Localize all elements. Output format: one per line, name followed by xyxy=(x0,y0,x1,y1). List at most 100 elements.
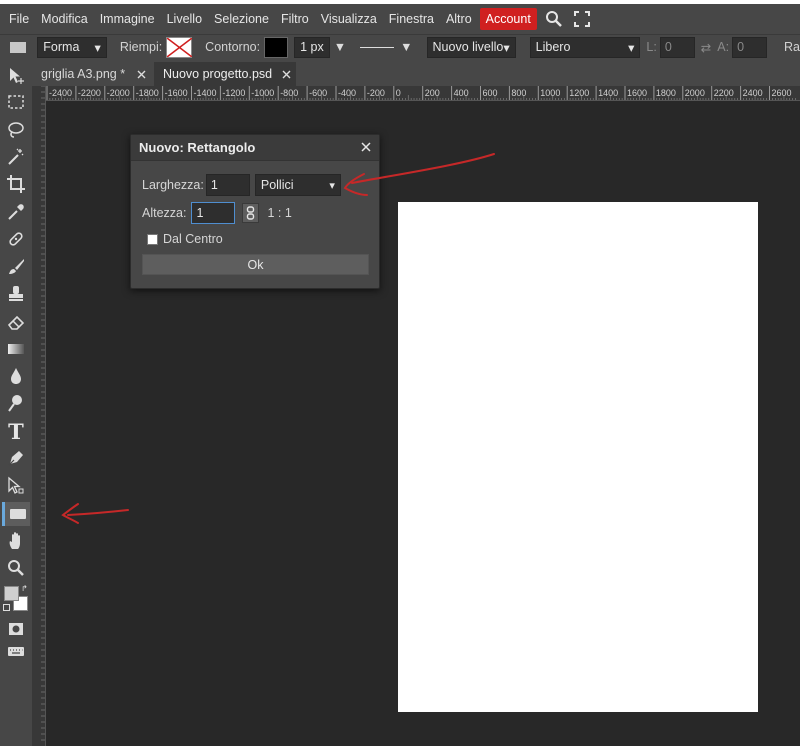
marquee-tool[interactable] xyxy=(2,90,30,114)
stroke-width-select[interactable]: 1 px xyxy=(294,36,330,58)
stroke-width-value: 1 px xyxy=(300,40,324,54)
new-rectangle-dialog: Nuovo: Rettangolo Larghezza: 1 Pollici ▾… xyxy=(130,134,380,289)
ruler-label: -1200 xyxy=(222,88,245,98)
lasso-tool[interactable] xyxy=(2,118,30,142)
healing-brush-tool[interactable] xyxy=(2,227,30,251)
brush-tool[interactable] xyxy=(2,255,30,279)
fullscreen-icon[interactable] xyxy=(571,8,593,30)
close-icon[interactable] xyxy=(135,67,148,81)
height-row: Altezza: 1 1 : 1 xyxy=(142,202,292,224)
chevron-down-icon[interactable]: ▼ xyxy=(334,40,346,54)
default-colors-icon[interactable] xyxy=(3,604,10,611)
eyedropper-tool[interactable] xyxy=(2,200,30,224)
color-swatches[interactable]: ↱ xyxy=(3,584,29,615)
center-checkbox[interactable] xyxy=(147,233,158,245)
zoom-tool[interactable] xyxy=(2,556,30,580)
document-tab-bar: griglia A3.png * Nuovo progetto.psd xyxy=(32,59,800,86)
menu-altro[interactable]: Altro xyxy=(440,8,478,30)
tab-griglia[interactable]: griglia A3.png * xyxy=(32,62,154,86)
menu-modifica[interactable]: Modifica xyxy=(35,8,94,30)
dodge-tool[interactable] xyxy=(2,391,30,415)
shape-mode-select[interactable]: Forma ▾ xyxy=(37,36,107,58)
menu-livello[interactable]: Livello xyxy=(161,8,208,30)
ruler-label: -2000 xyxy=(107,88,130,98)
ruler-label: 200 xyxy=(425,88,440,98)
tools-panel: T ↱ xyxy=(0,59,32,746)
crop-tool[interactable] xyxy=(2,172,30,196)
magic-wand-tool[interactable] xyxy=(2,145,30,169)
shape-mode-value: Forma xyxy=(43,40,80,54)
menu-selezione[interactable]: Selezione xyxy=(208,8,275,30)
eraser-tool[interactable] xyxy=(2,310,30,334)
move-tool[interactable] xyxy=(2,64,30,88)
l-input[interactable]: 0 xyxy=(659,36,695,58)
rectangle-tool-preview-icon xyxy=(10,41,27,53)
truncated-label: Ra xyxy=(784,40,800,54)
stamp-tool[interactable] xyxy=(2,282,30,306)
chevron-down-icon: ▾ xyxy=(94,40,101,55)
path-selection-tool[interactable] xyxy=(2,474,30,498)
menu-filtro[interactable]: Filtro xyxy=(275,8,315,30)
a-input[interactable]: 0 xyxy=(732,36,767,58)
options-bar: Forma ▾ Riempi: Contorno: 1 px ▼ ▼ Nuovo… xyxy=(0,34,800,59)
ruler-label: 2000 xyxy=(685,88,705,98)
ruler-label: 1200 xyxy=(569,88,589,98)
stroke-swatch[interactable] xyxy=(264,36,289,58)
ruler-label: 2400 xyxy=(743,88,763,98)
type-icon: T xyxy=(8,418,24,444)
layer-select[interactable]: Nuovo livello ▾ xyxy=(426,36,516,58)
center-row: Dal Centro xyxy=(142,232,223,246)
document-canvas[interactable] xyxy=(398,202,758,712)
ruler-label: -1000 xyxy=(251,88,274,98)
swap-colors-icon[interactable]: ↱ xyxy=(21,584,28,593)
ruler-label: -1400 xyxy=(194,88,217,98)
search-icon[interactable] xyxy=(543,8,565,30)
fill-swatch[interactable] xyxy=(166,36,193,58)
ruler-label: -400 xyxy=(338,88,356,98)
unit-select[interactable]: Pollici ▾ xyxy=(254,174,341,196)
keyboard-icon[interactable] xyxy=(2,639,30,663)
type-tool[interactable]: T xyxy=(2,418,30,444)
ruler-label: -800 xyxy=(280,88,298,98)
height-label: Altezza: xyxy=(142,206,187,220)
tab-label: griglia A3.png * xyxy=(41,67,126,81)
dialog-header[interactable]: Nuovo: Rettangolo xyxy=(131,135,379,161)
menu-immagine[interactable]: Immagine xyxy=(94,8,161,30)
account-button[interactable]: Account xyxy=(479,8,537,30)
ruler-label: -600 xyxy=(309,88,327,98)
menu-file[interactable]: File xyxy=(3,8,35,30)
ruler-label: -2200 xyxy=(78,88,101,98)
foreground-color-swatch[interactable] xyxy=(4,586,19,601)
quick-mask-tool[interactable] xyxy=(2,617,30,641)
ruler-label: 1400 xyxy=(598,88,618,98)
pen-tool[interactable] xyxy=(2,446,30,470)
link-icon[interactable] xyxy=(242,203,260,223)
ruler-label: 400 xyxy=(454,88,469,98)
close-icon[interactable] xyxy=(282,67,291,81)
height-input[interactable]: 1 xyxy=(191,202,236,224)
blur-tool[interactable] xyxy=(2,364,30,388)
ruler-top[interactable]: -2400 -2200 -2000 -1800 -1600 -1400 -1200 -1000… xyxy=(46,86,800,101)
ruler-label: -1600 xyxy=(165,88,188,98)
hand-tool[interactable] xyxy=(2,529,30,553)
swap-icon[interactable]: ⇄ xyxy=(701,40,711,55)
ok-button[interactable]: Ok xyxy=(142,254,369,275)
close-icon[interactable] xyxy=(361,141,371,155)
ruler-label: 1000 xyxy=(540,88,560,98)
constraint-select[interactable]: Libero ▾ xyxy=(529,36,641,58)
menu-bar: File Modifica Immagine Livello Selezione… xyxy=(0,0,800,34)
ruler-left[interactable] xyxy=(32,86,46,746)
stroke-style-select[interactable]: ▼ xyxy=(360,40,413,54)
width-input[interactable]: 1 xyxy=(205,174,250,196)
rectangle-tool[interactable] xyxy=(2,502,30,526)
menu-visualizza[interactable]: Visualizza xyxy=(315,8,383,30)
menu-finestra[interactable]: Finestra xyxy=(383,8,440,30)
ruler-label: 0 xyxy=(396,88,401,98)
l-value: 0 xyxy=(664,40,672,54)
width-label: Larghezza: xyxy=(142,178,204,192)
gradient-tool[interactable] xyxy=(2,337,30,361)
l-label: L: xyxy=(646,40,657,54)
ruler-label: -2400 xyxy=(49,88,72,98)
tab-nuovo-progetto[interactable]: Nuovo progetto.psd xyxy=(154,62,296,86)
fill-label: Riempi: xyxy=(119,40,163,54)
